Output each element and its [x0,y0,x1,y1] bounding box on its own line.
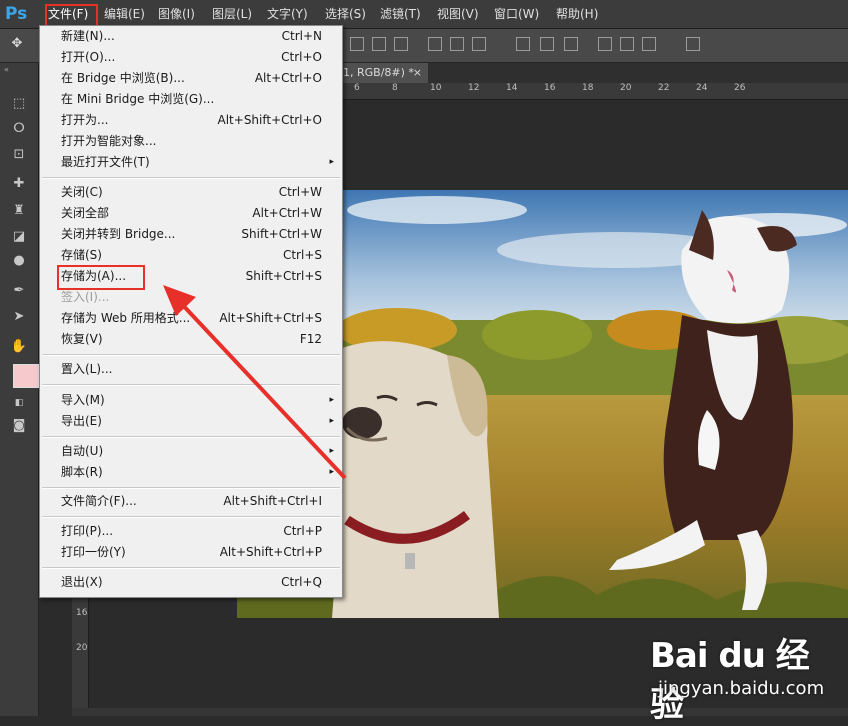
menu-item-file-info[interactable]: 文件简介(F)... Alt+Shift+Ctrl+I [40,491,342,512]
ruler-label: 16 [544,83,556,93]
quick-mask-icon[interactable]: ◙ [10,418,28,434]
menu-image[interactable]: 图像(I) [158,5,195,23]
menu-item-open[interactable]: 打开(O)... Ctrl+O [40,47,342,68]
path-select-icon[interactable]: ➤ [10,309,28,325]
pen-icon[interactable]: ✒ [10,283,28,299]
align-left-icon[interactable] [428,37,442,51]
submenu-arrow-icon: ▸ [329,157,334,167]
submenu-arrow-icon: ▸ [329,395,334,405]
ruler-label: 22 [658,83,670,93]
document-tab[interactable]: 1, RGB/8#) * × [340,63,428,83]
menu-item-place[interactable]: 置入(L)... [40,359,342,380]
save-as-highlight [57,265,145,290]
auto-align-icon[interactable] [686,37,700,51]
menu-separator [42,487,340,489]
collapse-panel-icon[interactable]: « [4,65,9,74]
ruler-label: 8 [392,83,398,93]
menu-item-print-one-copy[interactable]: 打印一份(Y) Alt+Shift+Ctrl+P [40,542,342,563]
watermark-logo: Bai du 经验 [650,636,810,725]
menu-file-highlight [45,4,98,27]
document-tab-label: 1, RGB/8#) * [343,66,414,79]
ruler-label: 18 [582,83,594,93]
ruler-label: 6 [354,83,360,93]
align-top-icon[interactable] [350,37,364,51]
menu-select[interactable]: 选择(S) [325,5,366,23]
menu-item-revert[interactable]: 恢复(V) F12 [40,329,342,350]
baidu-watermark: Bai du 经验 jingyan.baidu.com [650,628,840,725]
menu-item-close-all[interactable]: 关闭全部 Alt+Ctrl+W [40,203,342,224]
menu-item-close-go-bridge[interactable]: 关闭并转到 Bridge... Shift+Ctrl+W [40,224,342,245]
align-bottom-icon[interactable] [394,37,408,51]
move-tool-icon[interactable]: ✥ [8,36,26,52]
menu-item-automate[interactable]: 自动(U) ▸ [40,441,342,462]
ruler-label: 26 [734,83,746,93]
menu-separator [42,177,340,179]
align-vcenter-icon[interactable] [372,37,386,51]
default-colors-icon[interactable]: ◧ [10,395,28,411]
menu-separator [42,354,340,356]
crop-icon[interactable]: ⊡ [10,147,28,163]
hand-icon[interactable]: ✋ [10,339,28,355]
tools-panel: « ⬚ ⵔ ⊡ ✚ ♜ ◪ ● ✒ ➤ ✋ ◧ ◙ [0,63,39,716]
menu-window[interactable]: 窗口(W) [494,5,539,23]
watermark-url: jingyan.baidu.com [658,678,825,699]
distribute-right-icon[interactable] [642,37,656,51]
lasso-icon[interactable]: ⵔ [10,121,28,137]
ruler-label: 12 [468,83,480,93]
stamp-icon[interactable]: ♜ [10,203,28,219]
menu-edit[interactable]: 编辑(E) [104,5,145,23]
submenu-arrow-icon: ▸ [329,467,334,477]
healing-icon[interactable]: ✚ [10,176,28,192]
ruler-label: 14 [506,83,518,93]
menu-layer[interactable]: 图层(L) [212,5,252,23]
menu-item-check-in: 签入(I)... [61,290,110,304]
submenu-arrow-icon: ▸ [329,446,334,456]
menu-view[interactable]: 视图(V) [437,5,479,23]
menu-item-browse-mini-bridge[interactable]: 在 Mini Bridge 中浏览(G)... [40,89,342,110]
menu-item-close[interactable]: 关闭(C) Ctrl+W [40,182,342,203]
submenu-arrow-icon: ▸ [329,416,334,426]
ruler-label: 24 [696,83,708,93]
menu-item-browse-bridge[interactable]: 在 Bridge 中浏览(B)... Alt+Ctrl+O [40,68,342,89]
foreground-color-swatch[interactable] [13,364,39,388]
menu-item-save-for-web[interactable]: 存储为 Web 所用格式... Alt+Shift+Ctrl+S [40,308,342,329]
menu-item-recent-files[interactable]: 最近打开文件(T) ▸ [40,152,342,173]
marquee-icon[interactable]: ⬚ [10,96,28,112]
menu-item-save[interactable]: 存储(S) Ctrl+S [40,245,342,266]
eraser-icon[interactable]: ◪ [10,229,28,245]
menu-separator [42,436,340,438]
menu-separator [42,516,340,518]
horizontal-ruler: 6 8 10 12 14 16 18 20 22 24 26 [340,83,848,100]
ruler-label: 20 [620,83,632,93]
ruler-label: 20 [76,643,88,653]
photoshop-logo: Ps [5,4,28,24]
menu-item-new[interactable]: 新建(N)... Ctrl+N [40,26,342,47]
menu-item-print[interactable]: 打印(P)... Ctrl+P [40,521,342,542]
menu-item-exit[interactable]: 退出(X) Ctrl+Q [40,572,342,593]
menu-filter[interactable]: 滤镜(T) [380,5,421,23]
align-hcenter-icon[interactable] [450,37,464,51]
menu-item-import[interactable]: 导入(M) ▸ [40,390,342,411]
distribute-bottom-icon[interactable] [564,37,578,51]
menu-type[interactable]: 文字(Y) [267,5,308,23]
file-menu-dropdown: 新建(N)... Ctrl+N 打开(O)... Ctrl+O 在 Bridge 中… [39,25,343,598]
blur-icon[interactable]: ● [10,253,28,269]
menu-item-open-smart-object[interactable]: 打开为智能对象... [40,131,342,152]
ruler-label: 10 [430,83,442,93]
distribute-top-icon[interactable] [516,37,530,51]
menu-item-export[interactable]: 导出(E) ▸ [40,411,342,432]
ruler-label: 16 [76,608,88,618]
distribute-vcenter-icon[interactable] [540,37,554,51]
menu-help[interactable]: 帮助(H) [556,5,598,23]
distribute-left-icon[interactable] [598,37,612,51]
distribute-hcenter-icon[interactable] [620,37,634,51]
menu-item-open-as[interactable]: 打开为... Alt+Shift+Ctrl+O [40,110,342,131]
menu-separator [42,384,340,386]
close-tab-icon[interactable]: × [413,63,422,83]
align-right-icon[interactable] [472,37,486,51]
menu-separator [42,567,340,569]
menu-item-scripts[interactable]: 脚本(R) ▸ [40,462,342,483]
